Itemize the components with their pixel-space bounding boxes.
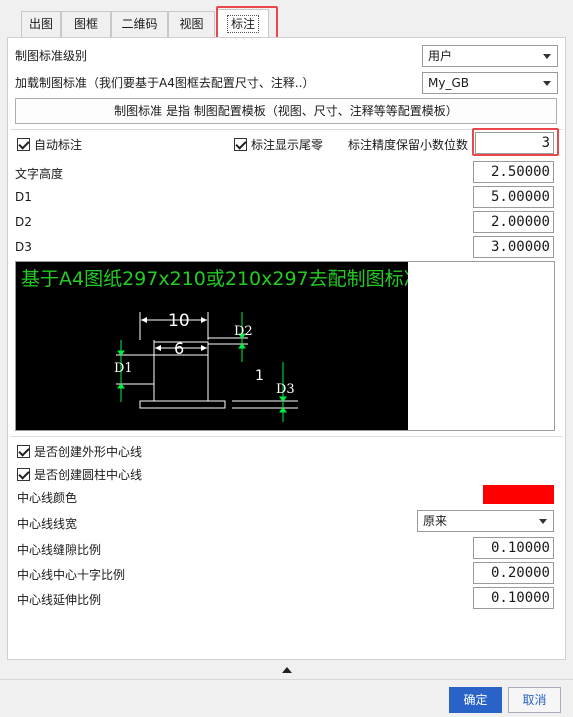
checkbox-checked-icon — [234, 138, 247, 151]
checkbox-checked-icon — [17, 468, 30, 481]
dimension-diagram: 10 6 D2 D1 D3 1 — [114, 311, 298, 422]
checkbox-checked-icon — [17, 138, 30, 151]
chevron-down-icon — [539, 519, 547, 524]
d2-label: D2 — [15, 215, 32, 229]
centerline-color-label: 中心线颜色 — [17, 491, 78, 505]
dim-d1-label: D1 — [114, 361, 133, 376]
tab-view[interactable]: 视图 — [168, 11, 215, 37]
centerline-cross-input[interactable]: 0.20000 — [473, 562, 554, 584]
precision-highlight-box — [472, 128, 559, 156]
tab-qrcode-label: 二维码 — [121, 17, 158, 31]
auto-dim-label: 自动标注 — [34, 138, 83, 152]
centerline-cross-label: 中心线中心十字比例 — [17, 568, 126, 582]
text-height-input[interactable]: 2.50000 — [473, 161, 554, 183]
centerline-width-value: 原来 — [423, 514, 448, 528]
template-button[interactable]: 制图标准 是指 制图配置模板（视图、尺寸、注释等等配置模板） — [15, 98, 557, 124]
centerline-gap-label: 中心线缝隙比例 — [17, 543, 102, 557]
cylinder-centerline-label: 是否创建圆柱中心线 — [34, 468, 143, 482]
centerline-width-select[interactable]: 原来 — [417, 510, 554, 532]
standard-select[interactable]: My_GB — [422, 72, 558, 94]
collapse-caret-icon[interactable] — [282, 667, 292, 673]
dim-d3-label: D3 — [276, 382, 295, 397]
preview-image: 基于A4图纸297x210或210x297去配制图标准 10 6 D2 D1 D… — [16, 262, 408, 430]
tab-qrcode[interactable]: 二维码 — [111, 11, 168, 37]
tab-output-label: 出图 — [28, 17, 53, 31]
cancel-button[interactable]: 取消 — [508, 687, 561, 713]
chevron-down-icon — [543, 54, 551, 59]
centerline-ext-input[interactable]: 0.10000 — [473, 587, 554, 609]
standard-label: 加载制图标准（我们要基于A4图框去配置尺寸、注释..） — [15, 76, 315, 90]
upright-shape — [153, 354, 209, 401]
d3-input[interactable]: 3.00000 — [473, 236, 554, 258]
level-select[interactable]: 用户 — [422, 45, 558, 67]
outer-centerline-checkbox[interactable]: 是否创建外形中心线 — [17, 443, 142, 460]
level-label: 制图标准级别 — [15, 49, 88, 63]
tab-frame[interactable]: 图框 — [61, 11, 111, 37]
d3-label: D3 — [15, 240, 32, 254]
tab-view-label: 视图 — [179, 17, 204, 31]
tail-zero-checkbox[interactable]: 标注显示尾零 — [234, 136, 323, 153]
checkbox-checked-icon — [17, 445, 30, 458]
cylinder-centerline-checkbox[interactable]: 是否创建圆柱中心线 — [17, 466, 142, 483]
dim-d2-label: D2 — [234, 324, 253, 339]
tail-zero-label: 标注显示尾零 — [251, 138, 324, 152]
outer-centerline-label: 是否创建外形中心线 — [34, 445, 143, 459]
ok-button[interactable]: 确定 — [449, 687, 502, 713]
tab-output[interactable]: 出图 — [21, 11, 61, 37]
precision-label: 标注精度保留小数位数 — [348, 138, 469, 152]
dim-6-label: 6 — [174, 339, 184, 358]
tab-frame-label: 图框 — [73, 17, 98, 31]
centerline-color-swatch[interactable] — [483, 485, 554, 504]
auto-dim-checkbox[interactable]: 自动标注 — [17, 136, 82, 153]
centerline-gap-input[interactable]: 0.10000 — [473, 537, 554, 559]
base-plate-shape — [139, 400, 226, 409]
centerline-ext-label: 中心线延伸比例 — [17, 593, 102, 607]
centerline-width-label: 中心线线宽 — [17, 517, 78, 531]
text-height-label: 文字高度 — [15, 167, 64, 181]
d1-input[interactable]: 5.00000 — [473, 186, 554, 208]
divider — [0, 679, 573, 680]
d1-label: D1 — [15, 190, 32, 204]
d2-input[interactable]: 2.00000 — [473, 211, 554, 233]
standard-value: My_GB — [428, 76, 469, 90]
chevron-down-icon — [543, 81, 551, 86]
dim-1-label: 1 — [255, 368, 264, 384]
divider — [10, 436, 563, 437]
dim-10-label: 10 — [168, 311, 190, 331]
level-value: 用户 — [428, 49, 453, 63]
